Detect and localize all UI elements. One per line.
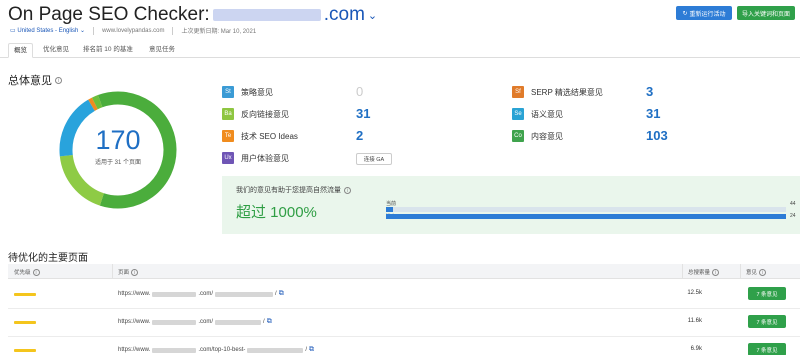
refresh-icon: ↻	[682, 10, 688, 17]
current-bar	[386, 207, 786, 212]
meta-bar: ▭ United States - English ⌄ www.lovelypa…	[10, 26, 256, 35]
overview-title: 总体意见 i	[8, 72, 62, 88]
table-header: 优先级 i 页面 i 总搜索量 i 意见 i	[8, 264, 800, 279]
ideas-button[interactable]: 7 条意见	[748, 287, 786, 300]
info-icon[interactable]: i	[712, 268, 720, 276]
connect-ga-button[interactable]: 连接 GA	[356, 153, 392, 165]
page-url[interactable]: https://www. .com/ / ⧉	[118, 318, 272, 326]
current-value: 44	[790, 201, 796, 207]
redacted-text	[152, 291, 197, 297]
redacted-text	[152, 347, 197, 353]
chevron-down-icon: ⌄	[80, 28, 86, 34]
current-bar-fill	[386, 207, 394, 212]
location-selector[interactable]: ▭ United States - English ⌄	[10, 27, 85, 34]
external-link-icon[interactable]: ⧉	[309, 346, 314, 354]
issue-ux[interactable]: Ux 用户体验意见	[222, 151, 289, 165]
redacted-text	[152, 319, 197, 325]
potential-value: 24	[790, 213, 796, 219]
content-badge-icon: Co	[512, 130, 524, 142]
title-tld[interactable]: .com	[324, 4, 365, 26]
column-header-priority[interactable]: 优先级 i	[14, 268, 40, 276]
potential-bar	[386, 214, 786, 219]
redacted-text	[215, 319, 262, 325]
tab-top10-benchmarking[interactable]: 排名前 10 的基准	[78, 43, 138, 58]
column-header-traffic[interactable]: 总搜索量 i	[688, 268, 720, 276]
current-label: 当前	[386, 201, 397, 207]
table-row: https://www. .com/ / ⧉ 11.6k 7 条意见	[8, 309, 800, 337]
title-prefix: On Page SEO Checker:	[8, 4, 210, 25]
traffic-increase-value: 超过 1000%	[236, 204, 317, 221]
backlinks-value[interactable]: 31	[356, 106, 370, 121]
redacted-text	[247, 347, 304, 353]
info-icon[interactable]: i	[55, 76, 62, 84]
external-link-icon[interactable]: ⧉	[267, 318, 272, 326]
priority-indicator	[14, 321, 36, 324]
column-divider	[112, 264, 113, 278]
potential-bar-fill	[386, 214, 786, 219]
priority-indicator	[14, 349, 36, 352]
technical-badge-icon: Te	[222, 130, 234, 142]
backlinks-badge-icon: Ba	[222, 108, 234, 120]
serp-value[interactable]: 3	[646, 84, 653, 99]
traffic-value: 6.9k	[690, 346, 702, 352]
last-update-label: 上次更新日期:	[181, 29, 220, 35]
table-row: https://www. .com/top-10-best- / ⧉ 6.9k …	[8, 337, 800, 355]
traffic-value: 11.6k	[687, 318, 702, 324]
issue-strategy[interactable]: St 策略意见	[222, 85, 273, 99]
priority-indicator	[14, 293, 36, 296]
ideas-button[interactable]: 7 条意见	[748, 315, 786, 328]
tab-idea-tasks[interactable]: 意见任务	[144, 43, 180, 58]
tab-overview[interactable]: 概览	[8, 43, 33, 58]
top-pages-title: 待优化的主要页面	[8, 253, 88, 264]
issue-semantic[interactable]: Se 语义意见	[512, 107, 563, 121]
semantic-value[interactable]: 31	[646, 106, 660, 121]
external-link-icon[interactable]: ⧉	[279, 290, 284, 298]
issue-content[interactable]: Co 内容意见	[512, 129, 563, 143]
info-icon[interactable]: i	[344, 186, 351, 194]
redacted-domain	[212, 9, 321, 21]
traffic-value: 12.5k	[687, 290, 702, 296]
column-header-page[interactable]: 页面 i	[118, 268, 139, 276]
page-url[interactable]: https://www. .com/top-10-best- / ⧉	[118, 346, 314, 354]
import-keywords-button[interactable]: 导入关键词和页面	[737, 6, 795, 20]
ux-badge-icon: Ux	[222, 152, 234, 164]
page-url[interactable]: https://www. .com/ / ⧉	[118, 290, 284, 298]
traffic-title: 我们的意见有助于您提高自然流量 i	[236, 185, 351, 195]
domain-label: www.lovelypandas.com	[102, 27, 165, 34]
chevron-down-icon[interactable]: ⌄	[368, 9, 377, 22]
info-icon[interactable]: i	[131, 268, 139, 276]
last-update-value: Mar 10, 2021	[220, 29, 257, 35]
info-icon[interactable]: i	[759, 268, 767, 276]
technical-value[interactable]: 2	[356, 128, 363, 143]
table-row: https://www. .com/ / ⧉ 12.5k 7 条意见	[8, 281, 800, 309]
info-icon[interactable]: i	[32, 268, 40, 276]
traffic-boost-panel: 我们的意见有助于您提高自然流量 i 超过 1000% 当前 44 潜在 24	[222, 176, 800, 234]
monitor-icon: ▭	[10, 28, 16, 34]
header: On Page SEO Checker: .com ⌄ ▭ United Sta…	[0, 0, 800, 40]
issue-serp-features[interactable]: Sf SERP 精选结果意见	[512, 85, 603, 99]
total-ideas-value: 170	[95, 125, 141, 155]
issue-backlinks[interactable]: Ba 反向链接意见	[222, 107, 289, 121]
page-title: On Page SEO Checker: .com ⌄	[8, 4, 377, 26]
strategy-badge-icon: St	[222, 86, 234, 98]
column-divider	[740, 264, 741, 278]
redacted-text	[215, 291, 274, 297]
donut-segment[interactable]	[88, 97, 98, 111]
serp-badge-icon: Sf	[512, 86, 524, 98]
semantic-badge-icon: Se	[512, 108, 524, 120]
tab-optimization-ideas[interactable]: 优化意见	[38, 43, 74, 58]
content-value[interactable]: 103	[646, 128, 668, 143]
column-divider	[682, 264, 683, 278]
divider	[93, 26, 95, 35]
location-label: United States - English	[17, 28, 79, 34]
strategy-value[interactable]: 0	[356, 84, 363, 99]
ideas-button[interactable]: 7 条意见	[748, 343, 786, 355]
tab-bar: 概览 优化意见 排名前 10 的基准 意见任务	[0, 40, 800, 58]
restart-campaign-button[interactable]: ↻ 重新运行活动	[676, 6, 732, 20]
issue-technical-seo[interactable]: Te 技术 SEO Ideas	[222, 129, 298, 143]
column-header-ideas[interactable]: 意见 i	[746, 268, 767, 276]
donut-segment[interactable]	[91, 95, 103, 110]
total-ideas-subtitle: 适用于 31 个页面	[94, 160, 141, 166]
divider	[172, 26, 174, 35]
